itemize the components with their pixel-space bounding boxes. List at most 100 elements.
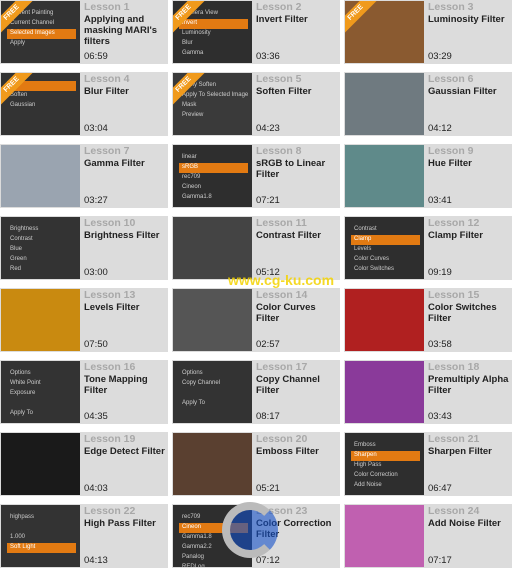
lesson-title[interactable]: Emboss Filter — [256, 446, 340, 457]
lesson-thumbnail[interactable]: linear sRGB rec709 Cineon Gamma1.8 — [173, 145, 252, 207]
lesson-number: Lesson 4 — [84, 73, 130, 85]
lesson-thumbnail[interactable]: Options Copy Channel Apply To — [173, 361, 252, 423]
lesson-title[interactable]: High Pass Filter — [84, 518, 168, 529]
lesson-title[interactable]: Applying and masking MARI's filters — [84, 14, 168, 47]
lesson-duration: 03:43 — [428, 411, 452, 422]
thumb-menu-item: highpass — [10, 514, 35, 520]
lesson-title[interactable]: Tone Mapping Filter — [84, 374, 168, 396]
lesson-title[interactable]: Levels Filter — [84, 302, 168, 313]
lesson-card[interactable]: Contrast Clamp Levels Color Curves Color Swi… — [344, 216, 512, 280]
lesson-title[interactable]: Hue Filter — [428, 158, 512, 169]
thumb-menu-item: REDLog — [182, 564, 205, 567]
thumb-menu-item: Mask — [182, 102, 197, 108]
lesson-thumbnail[interactable] — [345, 73, 424, 135]
lesson-number: Lesson 6 — [428, 73, 474, 85]
lesson-duration: 04:35 — [84, 411, 108, 422]
lesson-title[interactable]: Contrast Filter — [256, 230, 340, 241]
lesson-info: Lesson 3 Luminosity Filter 03:29 — [424, 0, 512, 64]
lesson-title[interactable]: Color Switches Filter — [428, 302, 512, 324]
lesson-thumbnail[interactable]: Options White Point Exposure Apply To — [1, 361, 80, 423]
lesson-card[interactable]: Lesson 19 Edge Detect Filter 04:03 — [0, 432, 168, 496]
lesson-thumbnail[interactable] — [1, 433, 80, 495]
thumb-menu-item: Blue — [10, 246, 23, 252]
lesson-number: Lesson 12 — [428, 217, 480, 229]
lesson-duration: 03:27 — [84, 195, 108, 206]
thumb-menu-item: Gaussian — [10, 102, 36, 108]
lesson-thumbnail[interactable] — [173, 217, 252, 279]
lesson-info: Lesson 24 Add Noise Filter 07:17 — [424, 504, 512, 568]
lesson-title[interactable]: Add Noise Filter — [428, 518, 512, 529]
lesson-thumbnail[interactable]: Apply Soften Apply To Selected Images Mask… — [173, 73, 252, 135]
lesson-title[interactable]: Gaussian Filter — [428, 86, 512, 97]
lesson-title[interactable]: Edge Detect Filter — [84, 446, 168, 457]
thumb-menu-item: Options — [10, 370, 31, 376]
thumb-menu: Camera View Invert Luminosity Blur Gamma — [179, 9, 248, 59]
lesson-card[interactable]: Lesson 13 Levels Filter 07:50 — [0, 288, 168, 352]
thumb-menu-item: Brightness — [10, 226, 39, 232]
thumb-menu-item: Color Correction — [354, 472, 398, 478]
thumb-menu-item: sRGB — [179, 163, 248, 173]
lesson-card[interactable]: Options Copy Channel Apply To Lesson 17 Co… — [172, 360, 340, 424]
lesson-card[interactable]: Options White Point Exposure Apply To Lesso… — [0, 360, 168, 424]
thumb-menu-item: 1.000 — [10, 534, 26, 540]
lesson-thumbnail[interactable] — [173, 433, 252, 495]
lesson-info: Lesson 22 High Pass Filter 04:13 — [80, 504, 168, 568]
lesson-number: Lesson 11 — [256, 217, 307, 229]
lesson-card[interactable]: Lesson 14 Color Curves Filter 02:57 — [172, 288, 340, 352]
thumb-menu: Contrast Clamp Levels Color Curves Color Swi… — [351, 225, 420, 275]
lesson-title[interactable]: sRGB to Linear Filter — [256, 158, 340, 180]
thumb-menu: Emboss Sharpen High Pass Color Correction Ad… — [351, 441, 420, 491]
lesson-thumbnail[interactable]: highpass 1.000 Soft Light — [1, 505, 80, 567]
thumb-menu-item: Levels — [354, 246, 372, 252]
lesson-card[interactable]: BlurSoftenGaussian FREE Lesson 4 Blur Fi… — [0, 72, 168, 136]
lesson-thumbnail[interactable]: BlurSoftenGaussian FREE — [1, 73, 80, 135]
lesson-thumbnail[interactable] — [173, 289, 252, 351]
lesson-thumbnail[interactable] — [345, 145, 424, 207]
lesson-card[interactable]: highpass 1.000 Soft Light Lesson 22 High P… — [0, 504, 168, 568]
lesson-thumbnail[interactable]: Camera View Invert Luminosity Blur Gamma FRE… — [173, 1, 252, 63]
lesson-card[interactable]: Lesson 15 Color Switches Filter 03:58 — [344, 288, 512, 352]
lesson-title[interactable]: Soften Filter — [256, 86, 340, 97]
lesson-card[interactable]: Brightness Contrast Blue Green Red Lesson 10… — [0, 216, 168, 280]
lesson-duration: 06:47 — [428, 483, 452, 494]
lesson-title[interactable]: Invert Filter — [256, 14, 340, 25]
lesson-card[interactable]: Lesson 24 Add Noise Filter 07:17 — [344, 504, 512, 568]
lesson-card[interactable]: Lesson 18 Premultiply Alpha Filter 03:43 — [344, 360, 512, 424]
lesson-thumbnail[interactable] — [345, 289, 424, 351]
lesson-thumbnail[interactable] — [1, 289, 80, 351]
lesson-duration: 09:19 — [428, 267, 452, 278]
lesson-title[interactable]: Clamp Filter — [428, 230, 512, 241]
lesson-thumbnail[interactable] — [345, 361, 424, 423]
lesson-thumbnail[interactable] — [345, 505, 424, 567]
lesson-title[interactable]: Copy Channel Filter — [256, 374, 340, 396]
lesson-duration: 03:58 — [428, 339, 452, 350]
lesson-thumbnail[interactable]: Brightness Contrast Blue Green Red — [1, 217, 80, 279]
lesson-card[interactable]: Lesson 7 Gamma Filter 03:27 — [0, 144, 168, 208]
lesson-title[interactable]: Luminosity Filter — [428, 14, 512, 25]
lesson-title[interactable]: Premultiply Alpha Filter — [428, 374, 512, 396]
lesson-number: Lesson 15 — [428, 289, 480, 301]
lesson-thumbnail[interactable]: FREE — [345, 1, 424, 63]
lesson-thumbnail[interactable]: Emboss Sharpen High Pass Color Correction Ad… — [345, 433, 424, 495]
lesson-thumbnail[interactable]: Current Painting Current Channel Selected … — [1, 1, 80, 63]
lesson-number: Lesson 24 — [428, 505, 480, 517]
lesson-card[interactable]: Current Painting Current Channel Selected … — [0, 0, 168, 64]
lesson-title[interactable]: Brightness Filter — [84, 230, 168, 241]
lesson-title[interactable]: Blur Filter — [84, 86, 168, 97]
lesson-card[interactable]: Lesson 20 Emboss Filter 05:21 — [172, 432, 340, 496]
lesson-card[interactable]: Camera View Invert Luminosity Blur Gamma FRE… — [172, 0, 340, 64]
lesson-card[interactable]: Lesson 11 Contrast Filter 05:12 — [172, 216, 340, 280]
lesson-title[interactable]: Color Curves Filter — [256, 302, 340, 324]
lesson-title[interactable]: Sharpen Filter — [428, 446, 512, 457]
lesson-card[interactable]: Apply Soften Apply To Selected Images Mask… — [172, 72, 340, 136]
lesson-card[interactable]: Lesson 9 Hue Filter 03:41 — [344, 144, 512, 208]
thumb-menu-item: High Pass — [354, 462, 382, 468]
lesson-title[interactable]: Gamma Filter — [84, 158, 168, 169]
lesson-thumbnail[interactable] — [1, 145, 80, 207]
lesson-card[interactable]: FREE Lesson 3 Luminosity Filter 03:29 — [344, 0, 512, 64]
lesson-thumbnail[interactable]: Contrast Clamp Levels Color Curves Color Swi… — [345, 217, 424, 279]
lesson-card[interactable]: Lesson 6 Gaussian Filter 04:12 — [344, 72, 512, 136]
thumb-menu-item: Apply To Selected Images — [182, 92, 248, 98]
lesson-card[interactable]: linear sRGB rec709 Cineon Gamma1.8 Lesson 8 … — [172, 144, 340, 208]
lesson-card[interactable]: Emboss Sharpen High Pass Color Correction Ad… — [344, 432, 512, 496]
